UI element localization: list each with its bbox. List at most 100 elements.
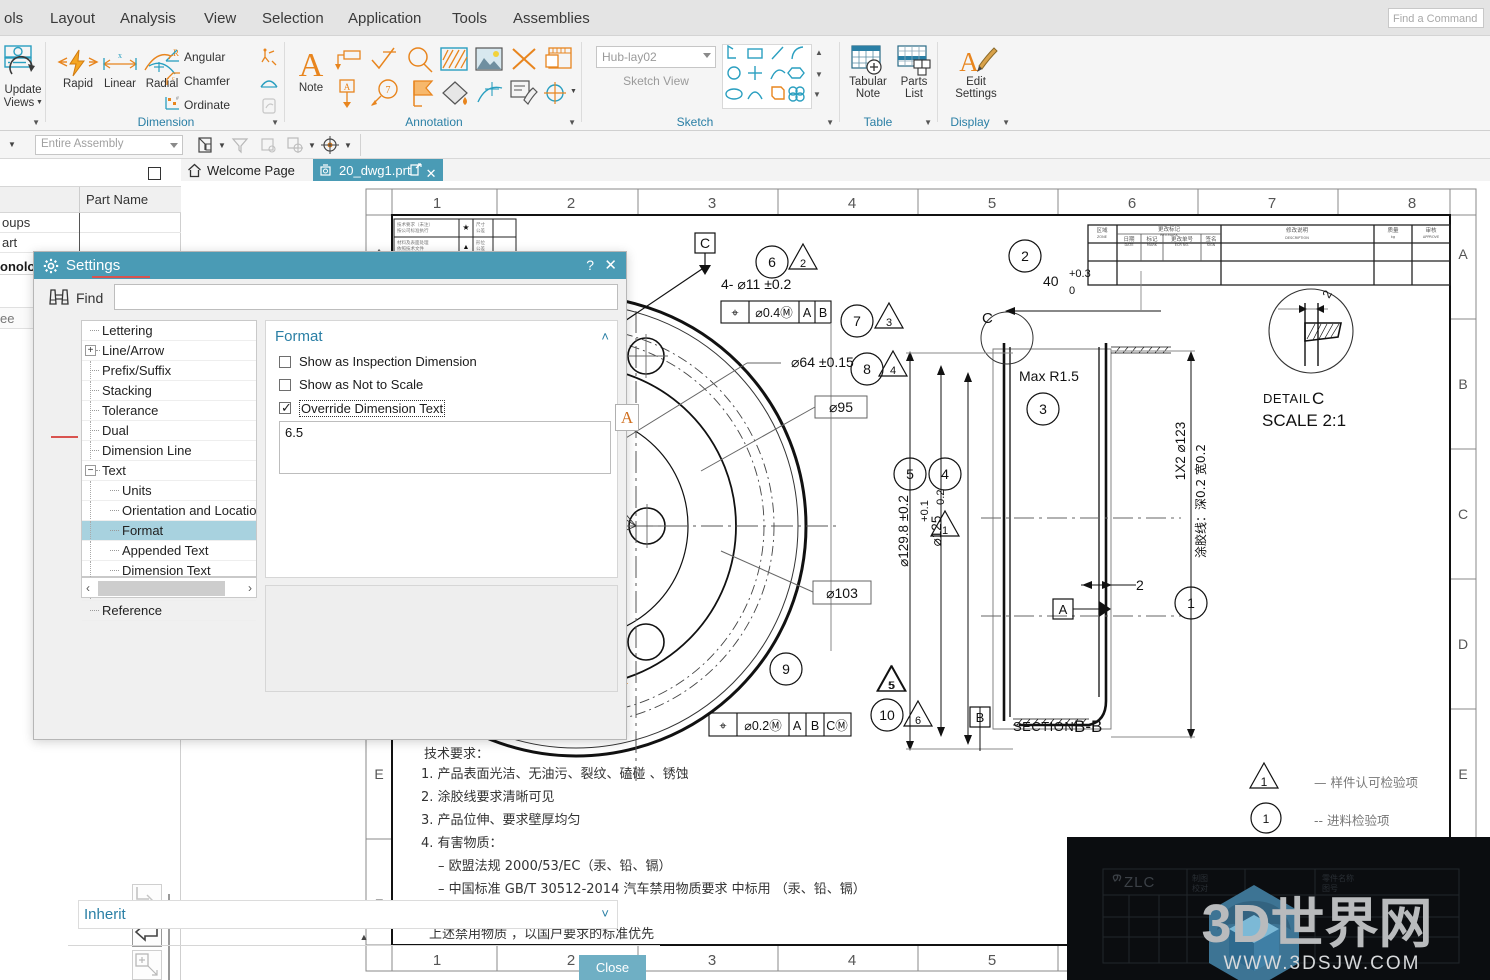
menu-item-tools-partial[interactable]: ols	[4, 10, 23, 27]
image-icon[interactable]	[474, 46, 504, 72]
angular-dimension-button[interactable]: Angular	[165, 49, 225, 64]
add-expand-button[interactable]	[132, 950, 162, 980]
tree-item-format[interactable]: Format	[82, 521, 256, 541]
hatch-fill-icon[interactable]	[439, 46, 469, 72]
origin-snap-icon[interactable]	[285, 135, 305, 155]
sketch-scroll-down-icon[interactable]: ▼	[815, 70, 823, 79]
table-group-expand-icon[interactable]: ▼	[924, 118, 932, 127]
menu-item-selection[interactable]: Selection	[262, 10, 324, 27]
list-item[interactable]: art	[0, 233, 181, 253]
filter-icon[interactable]	[230, 135, 250, 155]
update-views-dropdown-icon[interactable]: ▼	[36, 99, 43, 106]
chevron-up-icon[interactable]: ˄	[601, 329, 609, 344]
tab-detach-icon[interactable]	[409, 163, 423, 177]
close-icon[interactable]: ✕	[604, 256, 617, 274]
tree-item-dimension-line[interactable]: Dimension Line	[82, 441, 256, 461]
tree-item-prefix-suffix[interactable]: Prefix/Suffix	[82, 361, 256, 381]
tree-item-dual[interactable]: Dual	[82, 421, 256, 441]
tab-part-document[interactable]: 20_dwg1.prt ✕	[313, 159, 443, 182]
scroll-left-icon[interactable]: ‹	[86, 581, 90, 595]
dialog-collapse-handle[interactable]: ▲	[68, 930, 660, 946]
checkbox-box[interactable]: ✓	[279, 400, 292, 415]
tree-item-text[interactable]: − Text	[82, 461, 256, 481]
annotation-more-icon[interactable]: ▼	[570, 88, 577, 95]
selection-filter-icon[interactable]	[196, 135, 216, 155]
table-annotation-icon[interactable]	[544, 46, 574, 72]
tree-item-appended-text[interactable]: Appended Text	[82, 541, 256, 561]
label-annotation-icon[interactable]	[334, 46, 364, 74]
center-mark-icon[interactable]	[541, 80, 569, 106]
menu-item-view[interactable]: View	[204, 10, 236, 27]
sketch-expand-icon[interactable]: ▼	[813, 90, 821, 99]
surface-finish-icon[interactable]	[369, 46, 399, 74]
intersection-symbol-icon[interactable]	[509, 46, 539, 72]
chamfer-dimension-button[interactable]: c Chamfer	[166, 72, 230, 88]
flag-note-icon[interactable]	[404, 78, 436, 110]
tab-welcome-page[interactable]: Welcome Page	[181, 159, 305, 182]
scrollbar-thumb[interactable]	[98, 581, 225, 596]
tree-item-units[interactable]: Units	[82, 481, 256, 501]
tree-horizontal-scrollbar[interactable]: ‹ ›	[81, 577, 257, 598]
dimension-extra-2-icon[interactable]	[259, 72, 279, 92]
display-group-expand-icon[interactable]: ▼	[1002, 118, 1010, 127]
dimension-extra-3-icon[interactable]	[259, 96, 279, 116]
tree-item-lettering[interactable]: Lettering	[82, 321, 256, 341]
expand-plus-icon[interactable]: +	[85, 345, 96, 356]
sketch-tool-icons[interactable]	[723, 45, 811, 108]
parts-list-button[interactable]: Parts List	[892, 44, 936, 100]
tree-item-stacking[interactable]: Stacking	[82, 381, 256, 401]
find-command-input[interactable]: Find a Command	[1388, 8, 1484, 28]
edit-settings-button[interactable]: A Edit Settings	[948, 44, 1004, 100]
tree-item-reference[interactable]: Reference	[82, 601, 256, 621]
dimension-group-expand-icon[interactable]: ▼	[271, 118, 279, 127]
annotation-edit-icon[interactable]	[508, 78, 540, 108]
close-button[interactable]: Close	[579, 955, 646, 980]
menu-item-assemblies[interactable]: Assemblies	[513, 10, 590, 27]
scope-dropdown-icon[interactable]: ▼	[8, 140, 16, 149]
balloon-number-icon[interactable]: 7	[369, 78, 401, 110]
ordinate-dimension-button[interactable]: # Ordinate	[165, 96, 230, 112]
center-point-icon[interactable]	[320, 135, 340, 155]
centerline-icon[interactable]	[476, 80, 506, 108]
menu-item-application[interactable]: Application	[348, 10, 421, 27]
center-point-dropdown-icon[interactable]: ▼	[344, 141, 352, 150]
rapid-dimension-button[interactable]: Rapid	[55, 48, 101, 90]
override-dimension-text-input[interactable]: 6.5	[279, 421, 611, 474]
selection-filter-dropdown-icon[interactable]: ▼	[218, 141, 226, 150]
menu-item-layout[interactable]: Layout	[50, 10, 95, 27]
snap-dropdown-icon[interactable]: ▼	[308, 141, 316, 150]
help-icon[interactable]: ?	[586, 257, 594, 273]
inherit-section[interactable]: Inherit ˅	[78, 900, 618, 929]
sketch-scroll-up-icon[interactable]: ▲	[815, 48, 823, 57]
menu-item-analysis[interactable]: Analysis	[120, 10, 176, 27]
settings-dialog[interactable]: Settings ? ✕ Find Lettering + Line/Arrow…	[33, 251, 660, 980]
find-input[interactable]	[114, 284, 618, 310]
datum-feature-icon[interactable]: A	[334, 78, 364, 110]
tree-item-tolerance[interactable]: Tolerance	[82, 401, 256, 421]
update-views-icon[interactable]	[2, 44, 44, 82]
collapse-minus-icon[interactable]: −	[85, 465, 96, 476]
text-style-button[interactable]: A	[615, 404, 639, 431]
balloon-icon[interactable]	[404, 46, 434, 74]
settings-category-tree[interactable]: Lettering + Line/Arrow Prefix/Suffix Sta…	[81, 320, 257, 621]
checkbox-box[interactable]	[279, 356, 291, 368]
linear-dimension-button[interactable]: x Linear	[97, 48, 143, 90]
tree-item-orientation-location[interactable]: Orientation and Locatio	[82, 501, 256, 521]
part-icon	[319, 163, 334, 178]
views-group-expand-icon[interactable]: ▼	[32, 118, 40, 127]
panel-maximize-icon[interactable]	[148, 167, 161, 180]
paint-drop-icon[interactable]	[441, 80, 471, 108]
dialog-title-bar[interactable]: Settings ? ✕	[34, 252, 626, 279]
checkbox-box[interactable]	[279, 379, 291, 391]
sketch-layer-combo[interactable]: Hub-lay02	[596, 46, 716, 68]
assembly-scope-combo[interactable]: Entire Assembly	[35, 135, 183, 155]
chevron-down-icon[interactable]: ˅	[601, 906, 609, 921]
tree-item-line-arrow[interactable]: + Line/Arrow	[82, 341, 256, 361]
list-item[interactable]: oups	[0, 213, 181, 233]
dimension-extra-1-icon[interactable]	[259, 48, 279, 68]
snap-point-icon[interactable]	[258, 135, 278, 155]
menu-item-tools[interactable]: Tools	[452, 10, 487, 27]
tabular-note-button[interactable]: Tabular Note	[844, 44, 892, 100]
note-button[interactable]: A Note	[288, 46, 334, 94]
scroll-right-icon[interactable]: ›	[248, 581, 252, 595]
